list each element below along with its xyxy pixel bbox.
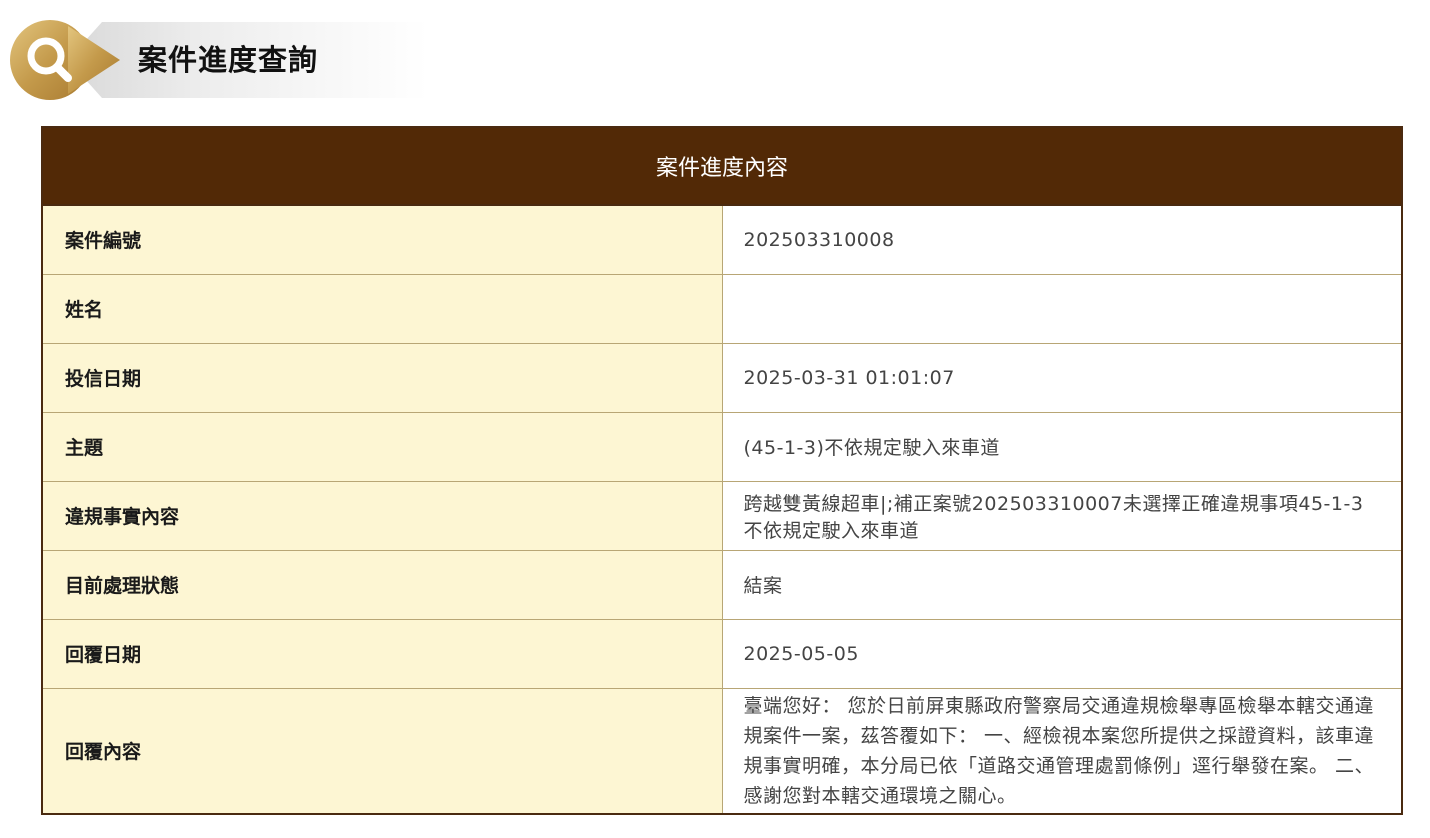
reply-date-value: 2025-05-05 [721, 618, 1403, 689]
table-heading: 案件進度內容 [41, 126, 1403, 206]
case-progress-table: 案件進度內容 案件編號 202503310008 姓名 投信日期 2025-03… [41, 126, 1403, 815]
field-label: 投信日期 [41, 342, 723, 413]
field-label: 主題 [41, 411, 723, 482]
field-label: 違規事實內容 [41, 480, 723, 551]
case-progress-page: 案件進度查詢 案件進度內容 案件編號 202503310008 姓名 投信日期 … [0, 0, 1430, 838]
table-row-reply-content: 回覆內容 臺端您好： 您於日前屏東縣政府警察局交通違規檢舉專區檢舉本轄交通違規案… [41, 687, 1403, 815]
table-row-name: 姓名 [41, 273, 1403, 344]
page-header: 案件進度查詢 [8, 18, 428, 102]
field-label: 案件編號 [41, 204, 723, 275]
violation-facts-value: 跨越雙黃線超車|;補正案號202503310007未選擇正確違規事項45-1-3… [721, 480, 1403, 551]
field-label: 目前處理狀態 [41, 549, 723, 620]
table-row-case-number: 案件編號 202503310008 [41, 204, 1403, 275]
subject-value: (45-1-3)不依規定駛入來車道 [721, 411, 1403, 482]
status-value: 結案 [721, 549, 1403, 620]
table-row-reply-date: 回覆日期 2025-05-05 [41, 618, 1403, 689]
field-label: 姓名 [41, 273, 723, 344]
table-row-status: 目前處理狀態 結案 [41, 549, 1403, 620]
reply-content-value: 臺端您好： 您於日前屏東縣政府警察局交通違規檢舉專區檢舉本轄交通違規案件一案，茲… [721, 687, 1403, 815]
search-magnifier-icon [10, 20, 120, 100]
field-label: 回覆日期 [41, 618, 723, 689]
table-row-violation-facts: 違規事實內容 跨越雙黃線超車|;補正案號202503310007未選擇正確違規事… [41, 480, 1403, 551]
name-value [721, 273, 1403, 344]
case-number-value: 202503310008 [721, 204, 1403, 275]
page-title: 案件進度查詢 [138, 43, 319, 77]
table-row-submit-date: 投信日期 2025-03-31 01:01:07 [41, 342, 1403, 413]
submit-date-value: 2025-03-31 01:01:07 [721, 342, 1403, 413]
table-row-subject: 主題 (45-1-3)不依規定駛入來車道 [41, 411, 1403, 482]
field-label: 回覆內容 [41, 687, 723, 815]
